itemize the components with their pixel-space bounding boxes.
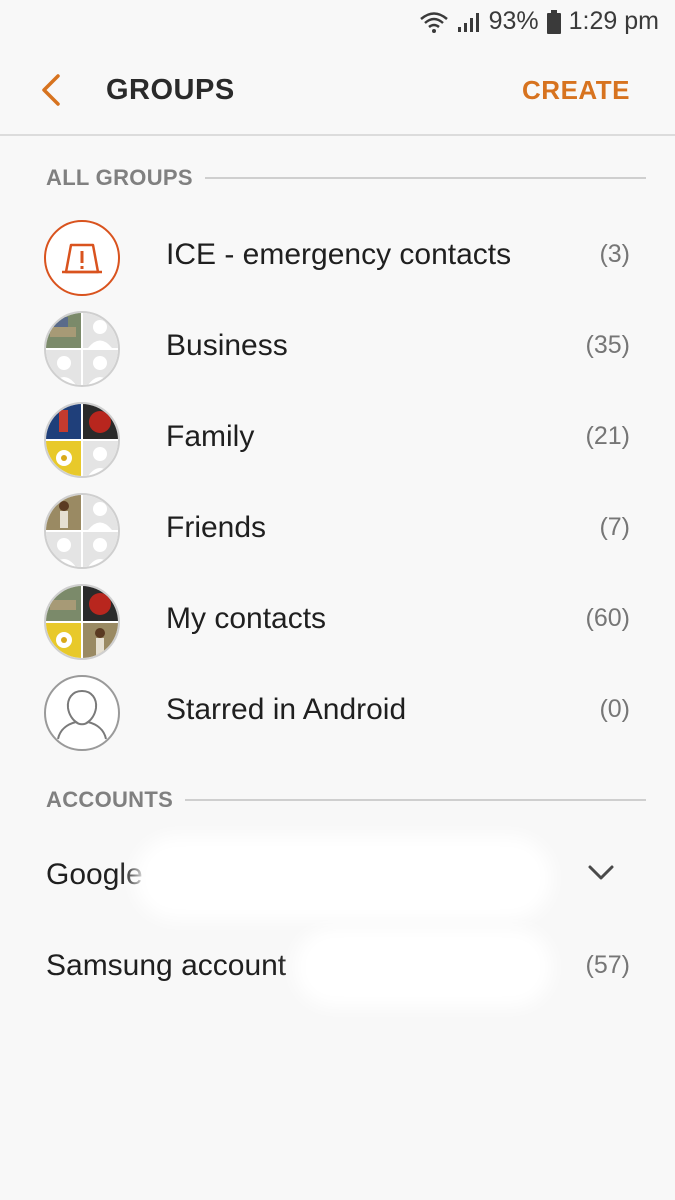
wifi-icon [419,11,448,33]
page-title: GROUPS [106,74,235,106]
redacted-email [308,941,538,993]
person-outline-icon [44,675,120,751]
group-row-my-contacts[interactable]: My contacts (60) [0,576,675,667]
group-name: My contacts [166,602,327,635]
all-groups-header: ALL GROUPS [46,163,646,193]
create-button[interactable]: CREATE [522,75,630,106]
accounts-header: ACCOUNTS [46,785,646,815]
group-row-business[interactable]: Business (35) [0,303,675,394]
section-label: ACCOUNTS [46,787,174,812]
account-name: Samsung account [46,949,287,982]
group-row-family[interactable]: Family (21) [0,394,675,485]
back-button[interactable] [36,72,68,108]
group-row-friends[interactable]: Friends (7) [0,485,675,576]
group-photo-avatar [44,402,120,478]
redacted-email [148,850,538,906]
divider [204,177,646,179]
account-name: Google [46,858,143,891]
group-name: ICE - emergency contacts [166,238,512,271]
status-icons: 93% 1:29 pm [419,7,659,36]
group-row-ice[interactable]: ICE - emergency contacts (3) [0,212,675,303]
group-photo-avatar [44,311,120,387]
chevron-left-icon [42,74,60,106]
clock: 1:29 pm [568,7,659,35]
signal-icon [457,12,479,32]
group-count: (35) [585,331,630,359]
divider [185,799,646,801]
group-count: (7) [599,513,630,541]
account-count: (57) [585,951,630,979]
group-count: (60) [585,604,630,632]
account-row-google[interactable]: Google [0,836,675,916]
group-count: (3) [599,240,630,268]
ice-warning-icon [44,220,120,296]
battery-icon [546,9,561,34]
group-name: Friends [166,511,267,544]
group-row-starred[interactable]: Starred in Android (0) [0,667,675,758]
group-name: Business [166,329,288,362]
group-name: Family [166,420,255,453]
group-photo-avatar [44,584,120,660]
group-photo-avatar [44,493,120,569]
group-count: (0) [599,695,630,723]
group-count: (21) [585,422,630,450]
status-bar: 93% 1:29 pm [0,0,675,46]
section-label: ALL GROUPS [46,165,193,190]
battery-percent: 93% [488,7,539,35]
group-name: Starred in Android [166,693,407,726]
chevron-down-icon[interactable] [587,864,615,882]
app-header: GROUPS CREATE [0,46,675,136]
account-row-samsung[interactable]: Samsung account (57) [0,927,675,1007]
